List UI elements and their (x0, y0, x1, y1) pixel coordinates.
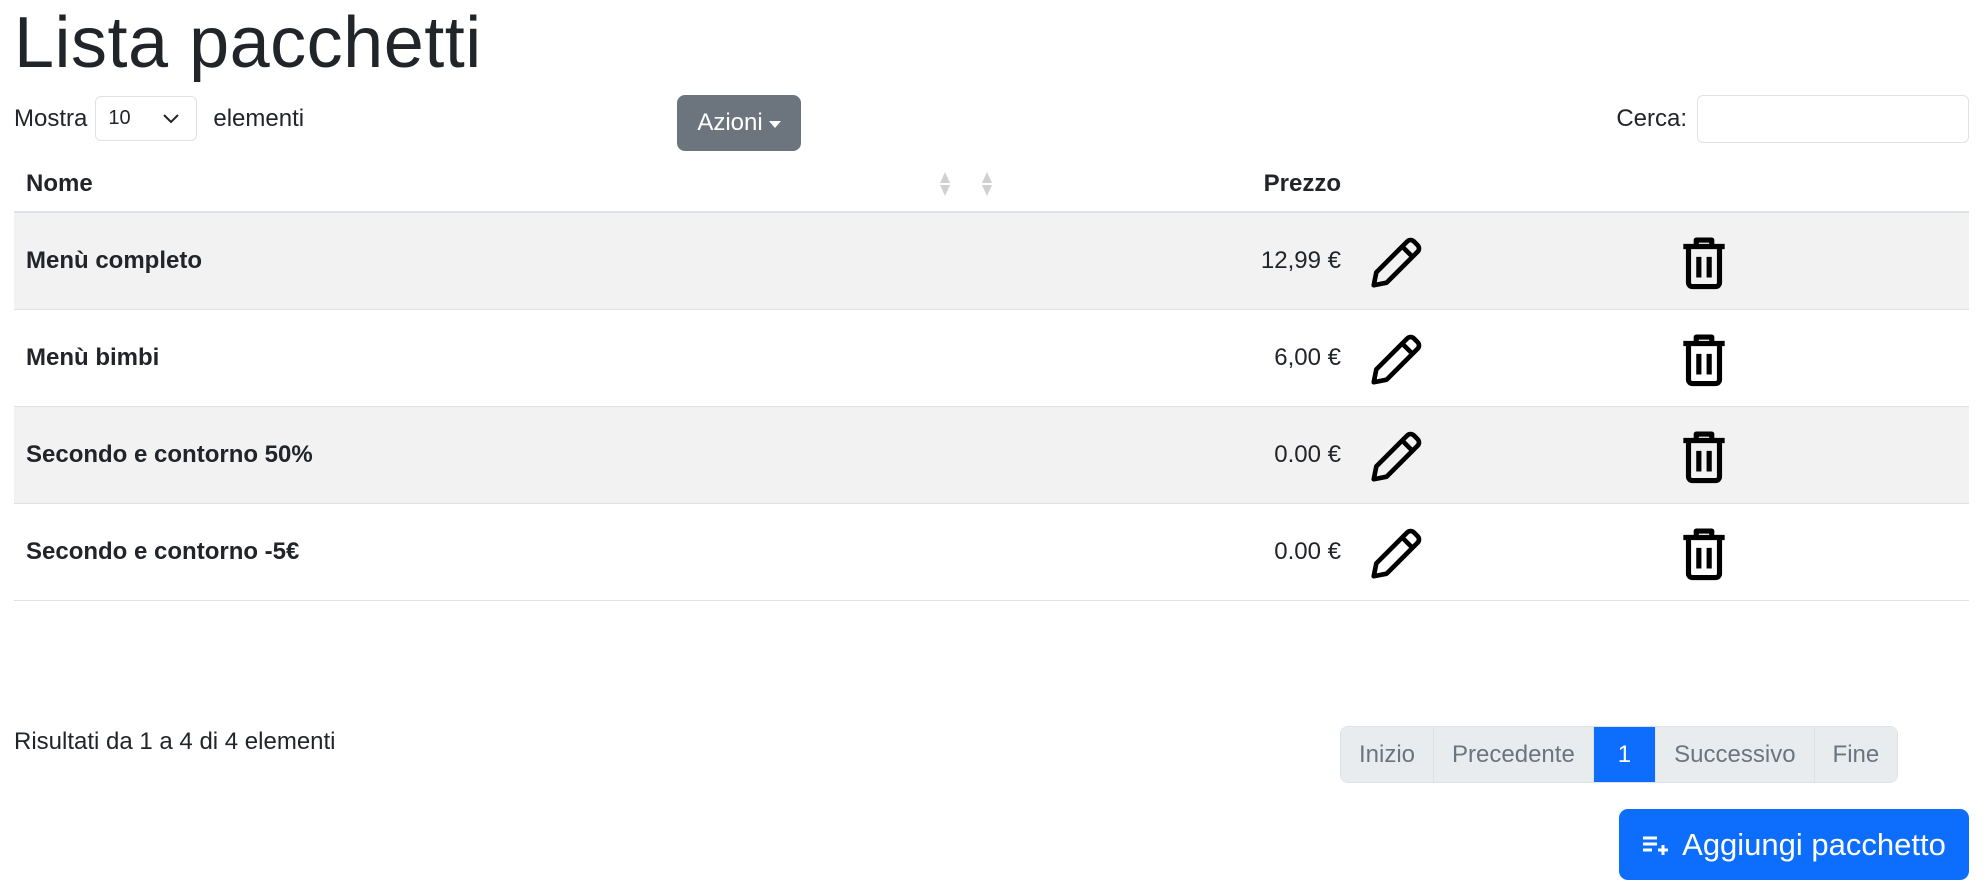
column-header-price[interactable]: Prezzo (1264, 170, 1341, 198)
table-row: Menù bimbi 6,00 € (14, 310, 1969, 407)
search-input[interactable] (1697, 95, 1969, 143)
trash-icon[interactable] (1673, 425, 1735, 487)
table-header: Nome Prezzo (14, 158, 1969, 213)
pagination-next[interactable]: Successivo (1656, 727, 1815, 782)
pencil-icon[interactable] (1366, 425, 1428, 487)
page-length-select[interactable]: 10 (95, 96, 198, 141)
package-price: 6,00 € (1274, 344, 1341, 371)
table-row: Secondo e contorno -5€ 0.00 € (14, 504, 1969, 601)
package-name: Secondo e contorno -5€ (26, 538, 300, 565)
trash-icon[interactable] (1673, 328, 1735, 390)
add-package-label: Aggiungi pacchetto (1682, 826, 1946, 862)
length-prefix: Mostra (14, 104, 88, 132)
package-price: 12,99 € (1260, 247, 1341, 274)
pencil-icon[interactable] (1366, 328, 1428, 390)
package-name: Secondo e contorno 50% (26, 441, 313, 468)
chevron-down-icon (163, 113, 180, 123)
sort-icon[interactable] (980, 170, 994, 198)
package-price: 0.00 € (1274, 441, 1341, 468)
pagination-previous[interactable]: Precedente (1434, 727, 1594, 782)
packages-table: Nome Prezzo Menù completo 12,99 € Menù b… (14, 158, 1969, 601)
table-row: Secondo e contorno 50% 0.00 € (14, 407, 1969, 504)
playlist-add-icon (1643, 836, 1669, 855)
pencil-icon[interactable] (1366, 522, 1428, 584)
sort-icon[interactable] (938, 170, 952, 198)
pagination-last[interactable]: Fine (1814, 727, 1898, 782)
pagination: Inizio Precedente 1 Successivo Fine (1340, 726, 1899, 783)
actions-label: Azioni (697, 109, 763, 136)
package-price: 0.00 € (1274, 538, 1341, 565)
trash-icon[interactable] (1673, 522, 1735, 584)
table-row: Menù completo 12,99 € (14, 213, 1969, 310)
table-info: Risultati da 1 a 4 di 4 elementi (14, 728, 336, 755)
package-name: Menù completo (26, 247, 203, 274)
package-name: Menù bimbi (26, 344, 160, 371)
page-title: Lista pacchetti (14, 3, 482, 83)
actions-dropdown-button[interactable]: Azioni (677, 95, 801, 151)
pagination-page-1[interactable]: 1 (1593, 727, 1657, 782)
caret-down-icon (768, 120, 781, 128)
column-header-name[interactable]: Nome (26, 170, 93, 198)
page-length-value: 10 (108, 107, 131, 129)
trash-icon[interactable] (1673, 231, 1735, 293)
search-control: Cerca: (1616, 95, 1969, 143)
add-package-button[interactable]: Aggiungi pacchetto (1619, 809, 1969, 880)
search-label: Cerca: (1616, 105, 1687, 132)
length-suffix: elementi (213, 104, 305, 132)
pagination-first[interactable]: Inizio (1341, 727, 1435, 782)
pencil-icon[interactable] (1366, 231, 1428, 293)
length-control: Mostra 10 elementi (14, 96, 304, 141)
